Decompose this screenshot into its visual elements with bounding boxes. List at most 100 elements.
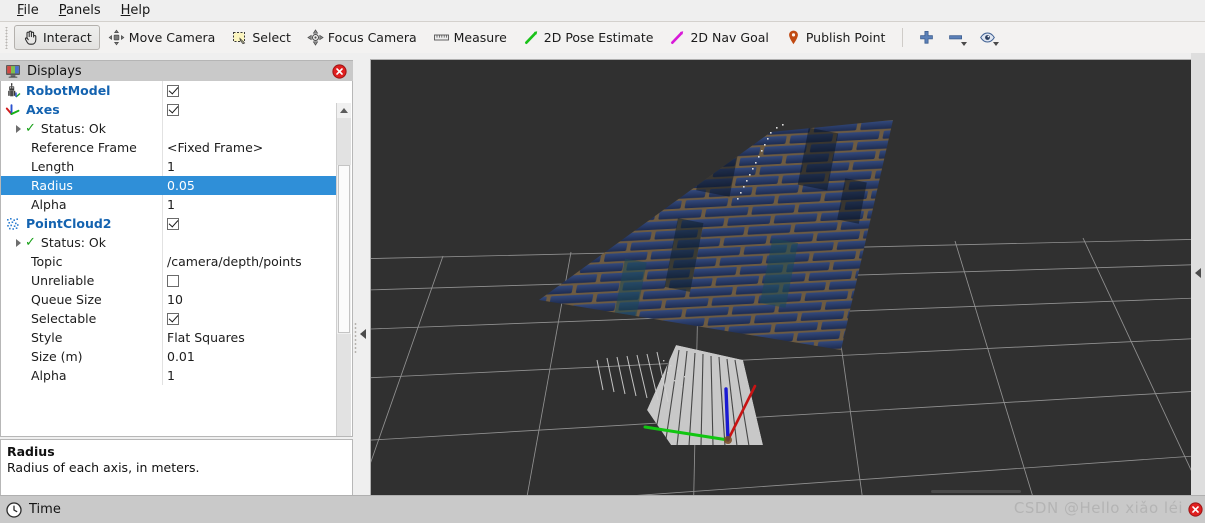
tree-row-value[interactable]: 10 xyxy=(162,290,338,309)
collapse-left-arrow-icon[interactable] xyxy=(360,329,366,339)
tree-value: 1 xyxy=(167,368,175,383)
tree-row-unreliable[interactable]: Unreliable xyxy=(1,271,338,290)
menu-bar: File Panels Help xyxy=(0,0,1205,21)
tool-interact[interactable]: Interact xyxy=(14,25,100,50)
left-splitter[interactable] xyxy=(353,60,370,495)
tree-row-value[interactable]: <Fixed Frame> xyxy=(162,138,338,157)
enable-checkbox[interactable] xyxy=(167,84,179,97)
tool-move-camera[interactable]: Move Camera xyxy=(100,25,224,50)
axes-icon xyxy=(5,102,21,118)
tree-row-selectable[interactable]: Selectable xyxy=(1,309,338,328)
check-icon: ✓ xyxy=(25,235,36,250)
chevron-down-icon[interactable] xyxy=(993,42,1000,46)
tree-row-name: ✓ Status: Ok xyxy=(1,121,162,136)
scrollbar-track-top[interactable] xyxy=(337,118,351,165)
tree-row-value[interactable]: 1 xyxy=(162,157,338,176)
tree-row-axes-status[interactable]: ✓ Status: Ok xyxy=(1,119,338,138)
tree-label: Topic xyxy=(31,254,63,269)
tree-row-value[interactable]: 1 xyxy=(162,366,338,385)
zoom-in-button[interactable] xyxy=(912,29,941,46)
tree-row-pointcloud-status[interactable]: ✓ Status: Ok xyxy=(1,233,338,252)
tool-measure-label: Measure xyxy=(453,30,507,45)
displays-tree-scrollbar[interactable] xyxy=(336,103,351,436)
tool-2d-nav-goal[interactable]: 2D Nav Goal xyxy=(661,25,776,50)
selectable-checkbox[interactable] xyxy=(167,312,179,325)
tree-row-radius[interactable]: Radius 0.05 xyxy=(1,176,338,195)
expander-triangle-icon[interactable] xyxy=(16,238,21,247)
view-toggle-button[interactable] xyxy=(973,29,1005,46)
menu-help[interactable]: Help xyxy=(112,1,160,21)
scroll-up-button[interactable] xyxy=(337,103,351,118)
tree-row-robotmodel[interactable]: RobotModel xyxy=(1,81,338,100)
tool-publish-point[interactable]: Publish Point xyxy=(777,25,894,50)
tree-row-value[interactable]: Flat Squares xyxy=(162,328,338,347)
expander-triangle-icon[interactable] xyxy=(16,124,21,133)
scrollbar-track-bottom[interactable] xyxy=(337,334,351,436)
tree-row-topic[interactable]: Topic /camera/depth/points xyxy=(1,252,338,271)
enable-checkbox[interactable] xyxy=(167,103,179,116)
tree-row-alpha-axes[interactable]: Alpha 1 xyxy=(1,195,338,214)
tree-label: Selectable xyxy=(31,311,97,326)
tree-row-name: Style xyxy=(1,330,162,345)
tree-row-value[interactable]: 0.05 xyxy=(162,176,338,195)
viewport-scroll-indicator[interactable] xyxy=(931,490,1021,493)
ruler-icon xyxy=(433,29,450,46)
tree-row-value[interactable] xyxy=(162,214,338,233)
tree-row-alpha-cloud[interactable]: Alpha 1 xyxy=(1,366,338,385)
displays-tree[interactable]: RobotModel Axes ✓ Status: Ok Reference F… xyxy=(0,81,353,437)
render-view-3d[interactable] xyxy=(371,60,1191,495)
toolbar-drag-handle[interactable] xyxy=(4,26,11,49)
hand-cursor-icon xyxy=(22,29,39,46)
unreliable-checkbox[interactable] xyxy=(167,274,179,287)
tree-row-value[interactable] xyxy=(162,309,338,328)
focus-camera-icon xyxy=(307,29,324,46)
enable-checkbox[interactable] xyxy=(167,217,179,230)
chevron-down-icon[interactable] xyxy=(961,42,968,46)
scrollbar-thumb[interactable] xyxy=(338,165,350,333)
tree-value: 10 xyxy=(167,292,183,307)
tool-2d-pose-estimate[interactable]: 2D Pose Estimate xyxy=(515,25,662,50)
displays-tree-rows: RobotModel Axes ✓ Status: Ok Reference F… xyxy=(1,81,338,385)
close-icon[interactable] xyxy=(332,64,347,79)
menu-panels[interactable]: Panels xyxy=(50,1,110,21)
description-text: Radius of each axis, in meters. xyxy=(7,460,200,475)
zoom-out-button[interactable] xyxy=(941,29,973,46)
tree-row-name: Unreliable xyxy=(1,273,162,288)
tool-move-camera-label: Move Camera xyxy=(128,30,216,45)
tree-value: <Fixed Frame> xyxy=(167,140,264,155)
tree-label: PointCloud2 xyxy=(26,216,112,231)
tool-measure[interactable]: Measure xyxy=(425,25,515,50)
menu-file-rest: ile xyxy=(23,2,39,18)
tree-row-axes[interactable]: Axes xyxy=(1,100,338,119)
tree-row-pointcloud2[interactable]: PointCloud2 xyxy=(1,214,338,233)
tree-label: Status: Ok xyxy=(40,235,107,250)
tree-row-size-m[interactable]: Size (m) 0.01 xyxy=(1,347,338,366)
tree-label: Reference Frame xyxy=(31,140,137,155)
menu-file[interactable]: File xyxy=(8,1,48,21)
tree-row-queue-size[interactable]: Queue Size 10 xyxy=(1,290,338,309)
tree-value: 0.01 xyxy=(167,349,195,364)
tree-row-value[interactable]: /camera/depth/points xyxy=(162,252,338,271)
point-cloud-icon xyxy=(5,216,21,232)
tree-row-name: Alpha xyxy=(1,197,162,212)
tool-select[interactable]: Select xyxy=(223,25,299,50)
tree-value: 1 xyxy=(167,159,175,174)
tree-row-value[interactable] xyxy=(162,81,338,100)
tree-row-value[interactable]: 1 xyxy=(162,195,338,214)
collapse-right-arrow-icon[interactable] xyxy=(1195,268,1201,278)
tree-row-value[interactable] xyxy=(162,271,338,290)
tool-focus-camera-label: Focus Camera xyxy=(327,30,417,45)
close-icon[interactable] xyxy=(1188,502,1203,517)
tree-row-style[interactable]: Style Flat Squares xyxy=(1,328,338,347)
time-panel: Time CSDN @Hello xiǎo léi xyxy=(0,495,1205,523)
right-splitter[interactable] xyxy=(1191,53,1205,495)
tree-row-name: ✓ Status: Ok xyxy=(1,235,162,250)
tree-row-length[interactable]: Length 1 xyxy=(1,157,338,176)
tree-row-value[interactable] xyxy=(162,100,338,119)
displays-panel-titlebar: Displays xyxy=(0,60,353,81)
tree-value: 0.05 xyxy=(167,178,195,193)
tree-row-value[interactable]: 0.01 xyxy=(162,347,338,366)
tree-row-reference-frame[interactable]: Reference Frame <Fixed Frame> xyxy=(1,138,338,157)
tree-label: RobotModel xyxy=(26,83,111,98)
tool-focus-camera[interactable]: Focus Camera xyxy=(299,25,425,50)
